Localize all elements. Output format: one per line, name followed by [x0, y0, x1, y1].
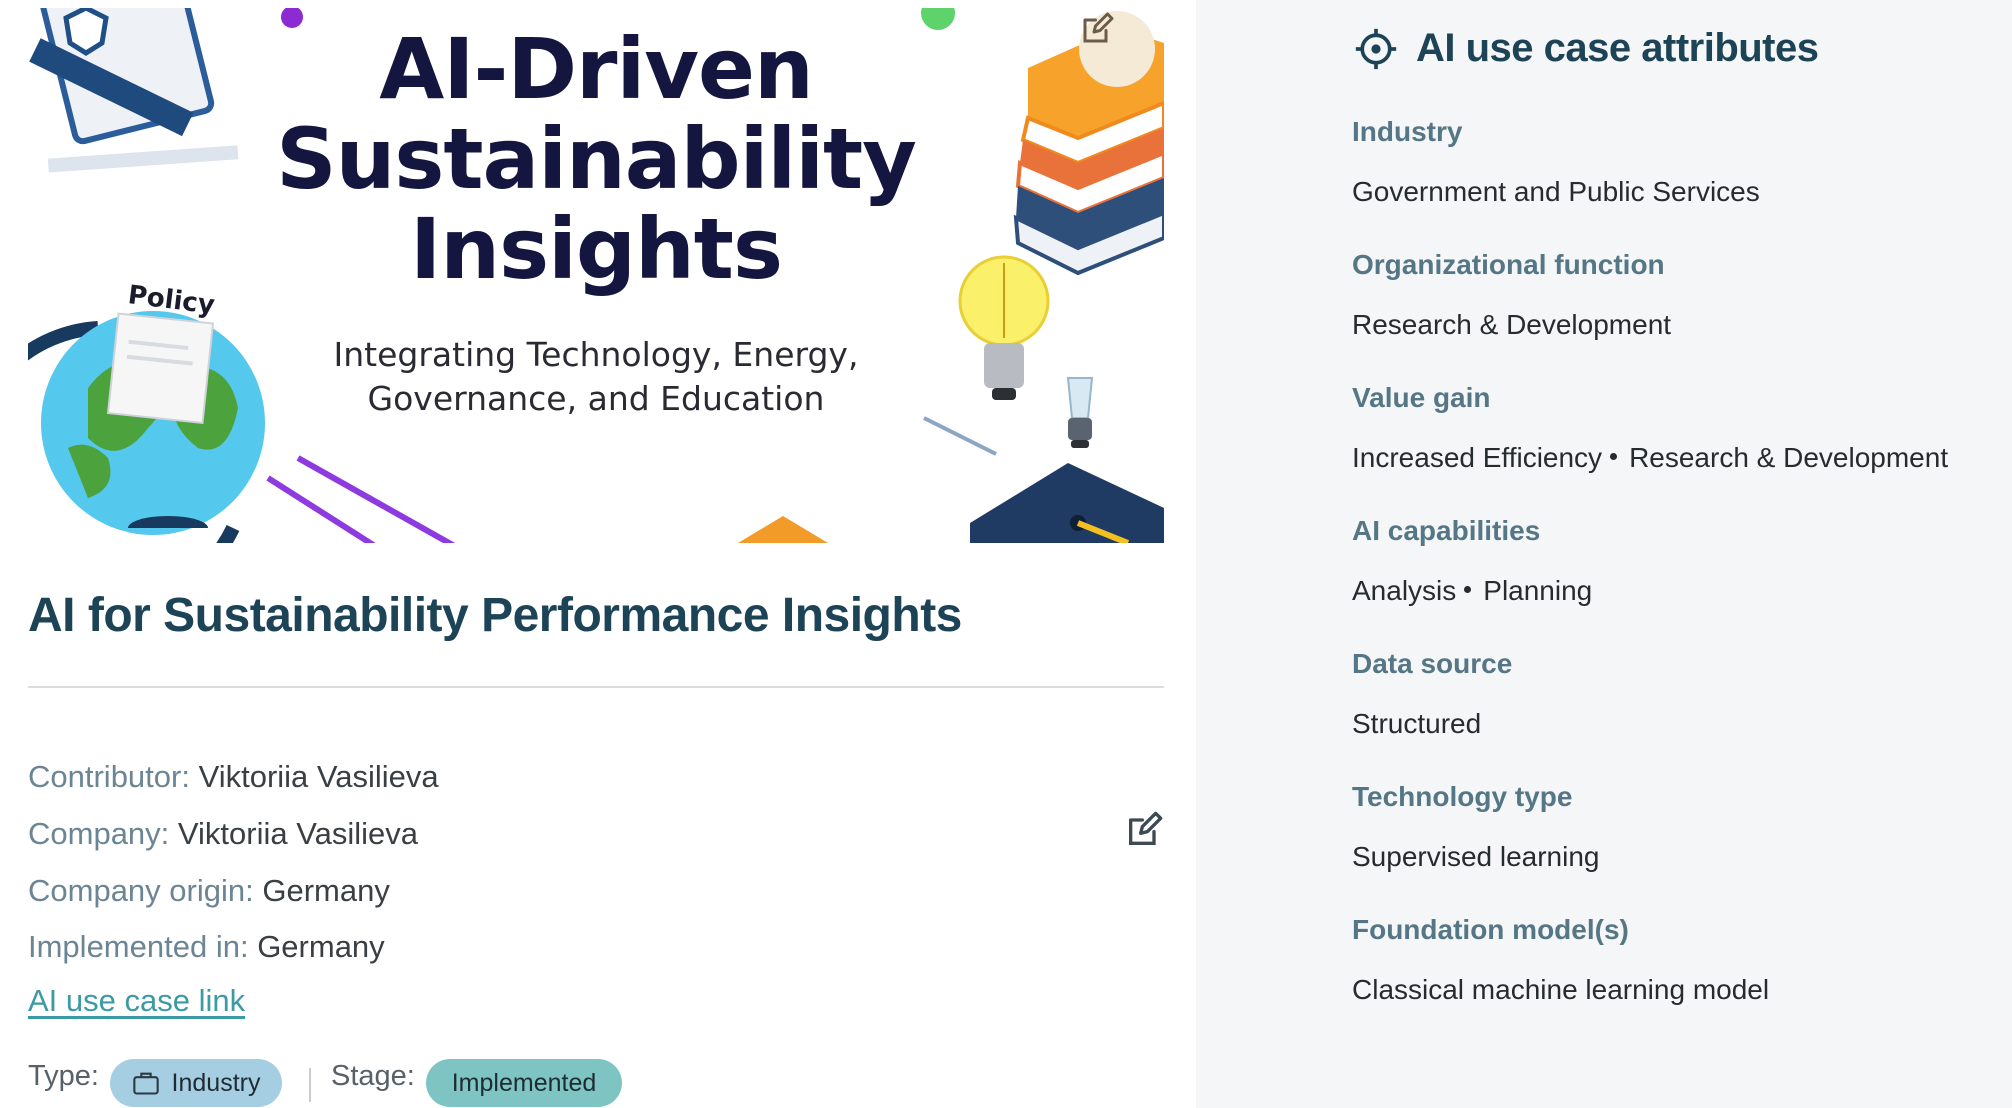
- attr-technology-type-value-1: Supervised learning: [1352, 841, 1600, 872]
- attributes-title: AI use case attributes: [1416, 26, 1819, 70]
- company-origin-row: Company origin: Germany: [28, 871, 390, 911]
- stage-pill[interactable]: Implemented: [426, 1059, 622, 1107]
- graduation-cap-illustration: [970, 463, 1164, 543]
- company-origin-label: Company origin:: [28, 873, 254, 908]
- attr-industry-value: Government and Public Services: [1352, 176, 1760, 208]
- pencil-square-icon: [1129, 811, 1163, 845]
- attr-data-source-value-1: Structured: [1352, 708, 1482, 739]
- attr-value-gain-value-1: Increased Efficiency: [1352, 442, 1603, 473]
- edit-details-button[interactable]: [1124, 810, 1164, 855]
- tag-separator: [309, 1068, 311, 1102]
- attr-data-source-label: Data source: [1352, 648, 1513, 679]
- hero-subtitle-line-2: Governance, and Education: [367, 379, 825, 418]
- hero-title-line-1: AI-Driven: [379, 20, 814, 118]
- attr-org-function-value: Research & Development: [1352, 309, 1671, 341]
- attr-org-function-label: Organizational function: [1352, 249, 1665, 280]
- type-pill[interactable]: Industry: [110, 1059, 282, 1107]
- hero-title-line-3: Insights: [410, 200, 783, 298]
- contributor-label: Contributor:: [28, 759, 190, 794]
- pencil-square-icon: [1083, 12, 1114, 43]
- attr-foundation-model-value: Classical machine learning model: [1352, 974, 1769, 1006]
- attr-foundation-model-label: Foundation model(s): [1352, 914, 1629, 945]
- hero-subtitle-line-1: Integrating Technology, Energy,: [333, 335, 859, 374]
- attr-ai-capabilities-value-1: Analysis: [1352, 575, 1457, 606]
- type-pill-label: Industry: [171, 1068, 261, 1097]
- hero-image: Policy AI-Driven Sustainability Insights…: [28, 8, 1164, 543]
- attr-industry-label: Industry: [1352, 116, 1463, 147]
- attr-ai-capabilities-value-2: Planning: [1483, 575, 1593, 606]
- attr-foundation-model-value-1: Classical machine learning model: [1352, 974, 1770, 1005]
- bullet-separator: [1464, 586, 1472, 594]
- attr-ai-capabilities-label: AI capabilities: [1352, 515, 1541, 546]
- hero-title-line-2: Sustainability: [276, 110, 917, 208]
- divider: [28, 686, 1164, 688]
- attr-technology-type-value: Supervised learning: [1352, 841, 1600, 873]
- stage-label: Stage:: [331, 1060, 415, 1092]
- attr-value-gain-label: Value gain: [1352, 382, 1491, 413]
- attr-industry-value-1: Government and Public Services: [1352, 176, 1760, 207]
- attributes-header: AI use case attributes: [1354, 26, 1819, 71]
- stage-pill-label: Implemented: [451, 1068, 597, 1097]
- implemented-in-label: Implemented in:: [28, 929, 249, 964]
- target-icon: [1355, 28, 1397, 69]
- briefcase-icon: [132, 1072, 159, 1095]
- attr-technology-type-label: Technology type: [1352, 781, 1573, 812]
- company-row: Company: Viktoriia Vasilieva: [28, 814, 418, 854]
- type-label: Type:: [28, 1060, 99, 1092]
- edit-image-button[interactable]: [1079, 11, 1155, 87]
- ai-use-case-link[interactable]: AI use case link: [28, 983, 245, 1019]
- page-title: AI for Sustainability Performance Insigh…: [28, 589, 962, 642]
- company-origin-value: Germany: [262, 873, 390, 908]
- contributor-value: Viktoriia Vasilieva: [198, 759, 439, 794]
- implemented-in-value: Germany: [257, 929, 385, 964]
- implemented-in-row: Implemented in: Germany: [28, 927, 385, 967]
- attr-value-gain-value: Increased Efficiency Research & Developme…: [1352, 442, 1948, 474]
- attr-ai-capabilities-value: Analysis Planning: [1352, 575, 1592, 607]
- bullet-separator: [1610, 453, 1618, 461]
- attr-data-source-value: Structured: [1352, 708, 1481, 740]
- contributor-row: Contributor: Viktoriia Vasilieva: [28, 757, 439, 797]
- company-label: Company:: [28, 816, 170, 851]
- attr-value-gain-value-2: Research & Development: [1629, 442, 1949, 473]
- company-value: Viktoriia Vasilieva: [177, 816, 418, 851]
- attr-org-function-value-1: Research & Development: [1352, 309, 1672, 340]
